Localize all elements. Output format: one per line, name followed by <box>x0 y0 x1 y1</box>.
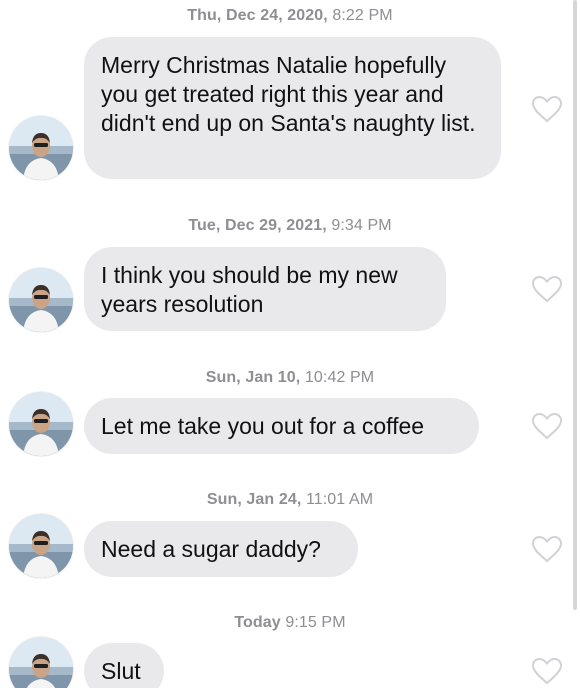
like-button[interactable] <box>530 274 564 304</box>
avatar[interactable] <box>9 268 73 332</box>
message-bubble[interactable]: Need a sugar daddy? <box>84 521 358 577</box>
timestamp-date: Sun, Jan 10, <box>205 369 301 386</box>
timestamp-time: 8:22 PM <box>332 7 393 24</box>
heart-outline-icon <box>531 95 563 123</box>
heart-outline-icon <box>531 535 563 563</box>
message-thread: Thu, Dec 24, 2020, 8:22 PM Merry Christm… <box>0 0 570 688</box>
heart-outline-icon <box>531 412 563 440</box>
message-timestamp: Thu, Dec 24, 2020, 8:22 PM <box>0 7 580 25</box>
timestamp-time: 10:42 PM <box>304 369 375 386</box>
message-bubble[interactable]: Slut <box>84 643 164 688</box>
timestamp-date: Sun, Jan 24, <box>206 491 302 508</box>
message-timestamp: Today 9:15 PM <box>0 614 580 632</box>
avatar-photo <box>9 514 73 578</box>
timestamp-date: Tue, Dec 29, 2021, <box>188 217 327 234</box>
timestamp-date: Today <box>234 614 281 631</box>
heart-outline-icon <box>531 275 563 303</box>
avatar-photo <box>9 268 73 332</box>
message-timestamp: Tue, Dec 29, 2021, 9:34 PM <box>0 217 580 235</box>
avatar[interactable] <box>9 116 73 180</box>
timestamp-time: 9:34 PM <box>331 217 392 234</box>
message-bubble[interactable]: Let me take you out for a coffee <box>84 398 479 454</box>
message-bubble[interactable]: Merry Christmas Natalie hopefully you ge… <box>84 37 501 179</box>
avatar-photo <box>9 116 73 180</box>
like-button[interactable] <box>530 534 564 564</box>
scrollbar[interactable] <box>573 0 577 610</box>
avatar-photo <box>9 392 73 456</box>
avatar-photo <box>9 637 73 688</box>
like-button[interactable] <box>530 94 564 124</box>
like-button[interactable] <box>530 411 564 441</box>
avatar[interactable] <box>9 514 73 578</box>
heart-outline-icon <box>531 657 563 685</box>
timestamp-time: 9:15 PM <box>285 614 346 631</box>
like-button[interactable] <box>530 656 564 686</box>
avatar[interactable] <box>9 392 73 456</box>
message-timestamp: Sun, Jan 24, 11:01 AM <box>0 491 580 509</box>
timestamp-time: 11:01 AM <box>305 491 374 508</box>
timestamp-date: Thu, Dec 24, 2020, <box>187 7 328 24</box>
message-bubble[interactable]: I think you should be my new years resol… <box>84 247 446 331</box>
message-timestamp: Sun, Jan 10, 10:42 PM <box>0 369 580 387</box>
avatar[interactable] <box>9 637 73 688</box>
